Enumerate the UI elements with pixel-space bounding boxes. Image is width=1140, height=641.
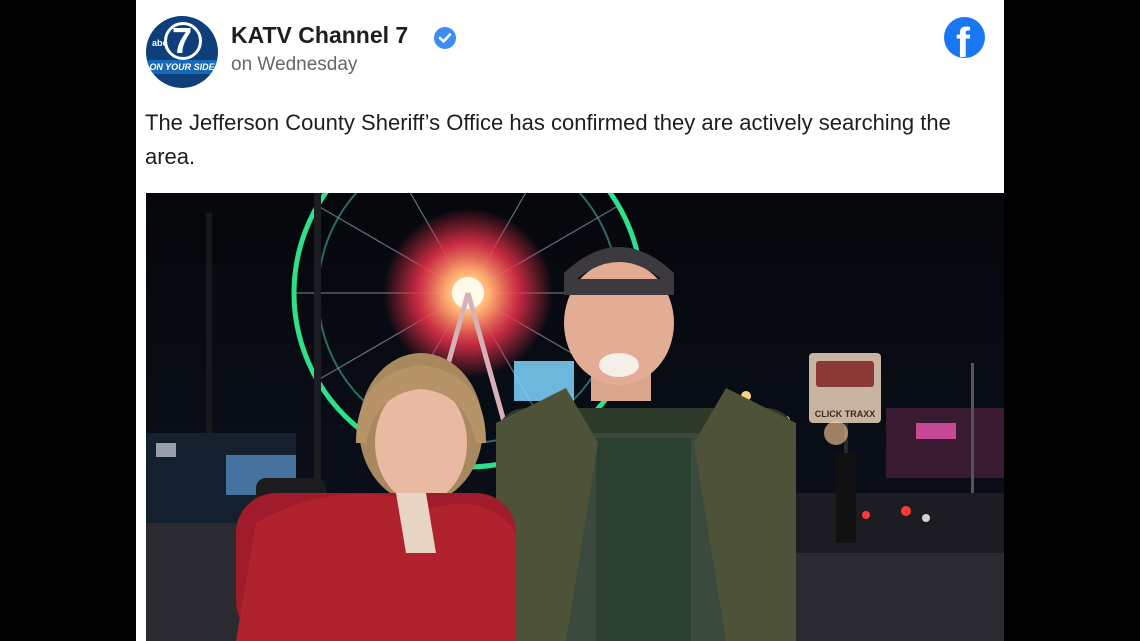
page-name-link[interactable]: KATV Channel 7 [231, 22, 408, 49]
verified-badge-icon [434, 27, 456, 49]
facebook-post-card: 7 abc ON YOUR SIDE KATV Channel 7 on Wed… [136, 0, 1004, 641]
post-photo[interactable]: CLICK TRAXX [146, 193, 1004, 641]
post-body-text: The Jefferson County Sheriff’s Office ha… [145, 110, 951, 169]
left-letterbox [0, 0, 136, 641]
abc7-logo-icon: 7 [164, 20, 202, 61]
distant-sign-text: CLICK TRAXX [815, 409, 876, 419]
logo-tagline: ON YOUR SIDE [146, 60, 218, 74]
page-avatar[interactable]: 7 abc ON YOUR SIDE [146, 16, 218, 88]
logo-network: abc [152, 38, 168, 48]
post-timestamp[interactable]: on Wednesday [231, 54, 357, 76]
night-scene-illustration: CLICK TRAXX [146, 193, 1004, 641]
logo-number: 7 [172, 20, 193, 61]
right-letterbox [1004, 0, 1140, 641]
post-header: 7 abc ON YOUR SIDE KATV Channel 7 on Wed… [136, 0, 1004, 95]
facebook-icon[interactable]: f [944, 17, 985, 58]
